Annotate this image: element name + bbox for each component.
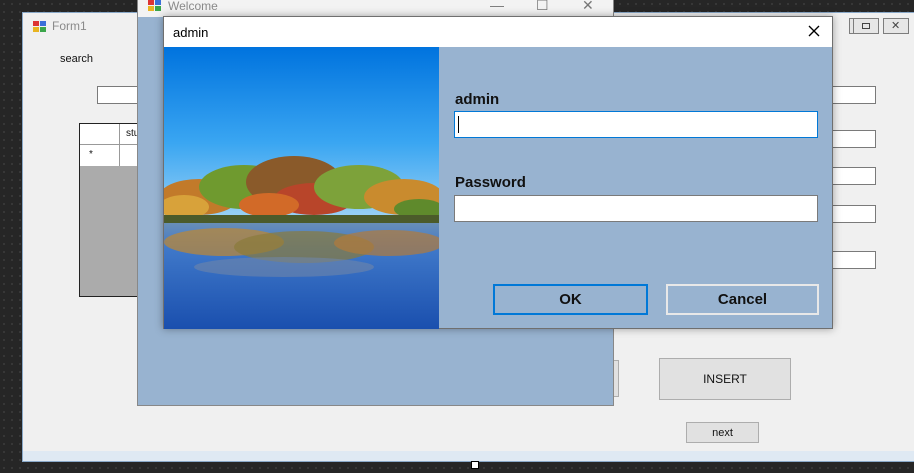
password-input[interactable]	[454, 195, 818, 222]
grid-header: stu	[80, 124, 142, 145]
grid-new-row[interactable]: *	[80, 145, 142, 166]
welcome-maximize-icon[interactable]: ☐	[536, 0, 549, 14]
form1-restore-button[interactable]	[853, 18, 879, 34]
resize-handle[interactable]	[471, 461, 479, 469]
field-input-4[interactable]	[831, 205, 876, 223]
dialog-titlebar[interactable]: admin	[164, 17, 832, 47]
field-input-2[interactable]	[831, 130, 876, 148]
form-app-icon	[33, 21, 47, 33]
welcome-title: Welcome	[168, 0, 218, 13]
form1-title: Form1	[52, 19, 87, 33]
new-row-marker: *	[89, 149, 93, 160]
insert-button[interactable]: INSERT	[659, 358, 791, 400]
cancel-button[interactable]: Cancel	[666, 284, 819, 315]
welcome-app-icon	[148, 0, 162, 12]
welcome-close-icon[interactable]: ✕	[582, 0, 594, 14]
grid-row-selector[interactable]: *	[80, 145, 120, 166]
ok-button[interactable]: OK	[493, 284, 648, 315]
field-input-1[interactable]	[831, 86, 876, 104]
username-input[interactable]	[454, 111, 818, 138]
admin-dialog: admin admin Password OK Cancel	[163, 16, 833, 329]
username-label: admin	[455, 91, 500, 108]
lake-image	[164, 47, 439, 329]
dialog-title: admin	[173, 25, 209, 40]
search-label: search	[60, 53, 94, 65]
student-grid[interactable]: stu *	[79, 123, 143, 297]
password-label: Password	[455, 174, 526, 191]
form1-bottom-edge	[23, 451, 914, 461]
form1-close-button[interactable]: ✕	[883, 18, 909, 34]
welcome-minimize-icon[interactable]: —	[490, 0, 504, 13]
field-input-3[interactable]	[831, 167, 876, 185]
close-icon[interactable]	[804, 21, 824, 41]
landscape-picture	[164, 47, 439, 329]
next-button[interactable]: next	[686, 422, 759, 443]
welcome-titlebar[interactable]: Welcome — ☐ ✕	[138, 0, 613, 17]
field-input-5[interactable]	[831, 251, 876, 269]
text-caret	[458, 116, 459, 133]
grid-corner-cell[interactable]	[80, 124, 120, 144]
